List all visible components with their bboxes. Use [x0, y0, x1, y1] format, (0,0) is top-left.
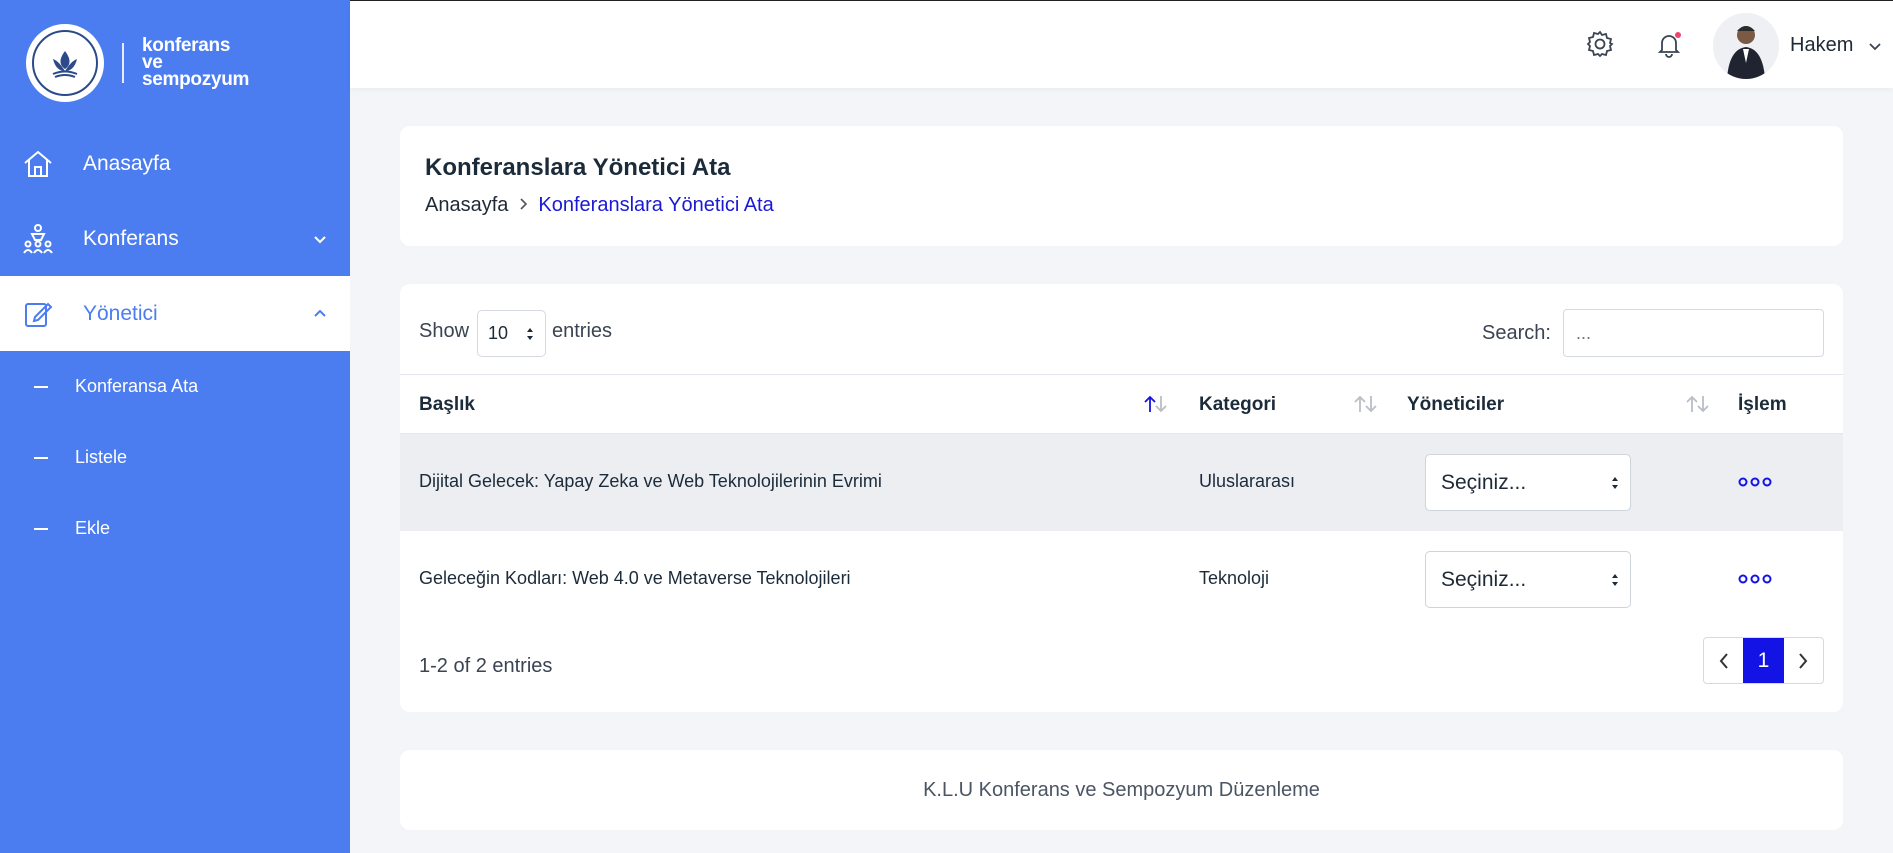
- column-header-yoneticiler[interactable]: Yöneticiler: [1407, 394, 1504, 416]
- select-arrows-icon: [1612, 573, 1618, 586]
- next-page-button[interactable]: [1784, 638, 1823, 683]
- table-row: Dijital Gelecek: Yapay Zeka ve Web Tekno…: [400, 434, 1843, 531]
- chevron-down-icon: [314, 235, 326, 243]
- column-header-kategori[interactable]: Kategori: [1199, 394, 1276, 416]
- chevron-up-icon: [314, 309, 326, 317]
- show-label: Show: [419, 320, 470, 342]
- cell-category: Uluslararası: [1199, 471, 1296, 491]
- conference-icon: [23, 223, 53, 254]
- sidebar-item-label: Anasayfa: [83, 151, 171, 175]
- chevron-right-icon: [518, 195, 528, 216]
- cell-category: Teknoloji: [1199, 568, 1270, 588]
- manager-select-value: Seçiniz...: [1441, 470, 1527, 494]
- sidebar-item-konferans[interactable]: Konferans: [0, 201, 350, 276]
- more-options-icon[interactable]: [1738, 572, 1772, 586]
- manager-select-value: Seçiniz...: [1441, 567, 1527, 591]
- user-name[interactable]: Hakem: [1790, 34, 1853, 57]
- footer: K.L.U Konferans ve Sempozyum Düzenleme: [400, 750, 1843, 830]
- manager-select[interactable]: Seçiniz...: [1425, 551, 1631, 608]
- sidebar-subitem-label: Ekle: [75, 517, 111, 538]
- select-arrows-icon: [1612, 476, 1618, 489]
- breadcrumb-current: Konferanslara Yönetici Ata: [538, 194, 774, 216]
- breadcrumb: Anasayfa Konferanslara Yönetici Ata: [425, 194, 774, 217]
- cell-title: Dijital Gelecek: Yapay Zeka ve Web Tekno…: [419, 471, 882, 491]
- brand-logo[interactable]: konferans ve sempozyum: [0, 0, 350, 125]
- page-title: Konferanslara Yönetici Ata: [425, 154, 731, 181]
- notification-dot: [1675, 32, 1681, 38]
- pagination: 1: [1703, 637, 1824, 684]
- sidebar: konferans ve sempozyum Anasayfa Konferan…: [0, 0, 350, 853]
- data-table-card: Show 10 entries Search: Başlık Kategori …: [400, 284, 1843, 712]
- sidebar-item-label: Konferans: [83, 226, 179, 250]
- sidebar-subitem-listele[interactable]: Listele: [0, 432, 350, 482]
- chevron-down-icon[interactable]: [1868, 39, 1882, 53]
- sidebar-item-yonetici[interactable]: Yönetici: [0, 276, 350, 351]
- sort-icon[interactable]: [1351, 393, 1381, 415]
- sidebar-subitem-label: Konferansa Ata: [75, 375, 199, 396]
- search-label: Search:: [1482, 322, 1551, 344]
- dash-icon: [34, 528, 48, 530]
- breadcrumb-home-link[interactable]: Anasayfa: [425, 194, 508, 217]
- table-row: Geleceğin Kodları: Web 4.0 ve Metaverse …: [400, 531, 1843, 628]
- cell-title: Geleceğin Kodları: Web 4.0 ve Metaverse …: [419, 568, 851, 588]
- sidebar-subitem-label: Listele: [75, 446, 128, 467]
- sort-icon[interactable]: [1683, 393, 1713, 415]
- table-info: 1-2 of 2 entries: [419, 655, 553, 677]
- entries-per-page-select[interactable]: 10: [477, 310, 546, 357]
- chevron-left-icon: [1719, 652, 1728, 669]
- column-header-baslik[interactable]: Başlık: [419, 394, 475, 416]
- sidebar-item-anasayfa[interactable]: Anasayfa: [0, 126, 350, 201]
- select-arrows-icon: [527, 327, 533, 340]
- entries-label: entries: [552, 320, 613, 342]
- avatar[interactable]: [1713, 13, 1779, 79]
- previous-page-button[interactable]: [1704, 638, 1743, 683]
- page-button[interactable]: 1: [1743, 638, 1784, 683]
- logo-divider: [122, 42, 124, 83]
- logo-text: konferans ve sempozyum: [142, 35, 250, 90]
- dash-icon: [34, 386, 48, 388]
- column-header-islem: İşlem: [1738, 394, 1787, 415]
- bell-icon[interactable]: [1654, 29, 1684, 59]
- entries-per-page-value: 10: [488, 323, 509, 343]
- page-header-card: Konferanslara Yönetici Ata Anasayfa Konf…: [400, 126, 1843, 246]
- footer-text: K.L.U Konferans ve Sempozyum Düzenleme: [923, 778, 1320, 801]
- sort-asc-icon[interactable]: [1141, 393, 1171, 415]
- gear-icon[interactable]: [1585, 29, 1615, 59]
- dash-icon: [34, 457, 48, 459]
- home-icon: [24, 150, 52, 177]
- topbar: Hakem: [350, 0, 1893, 88]
- sidebar-item-label: Yönetici: [83, 301, 158, 325]
- table-header: Başlık Kategori Yöneticiler İşlem: [400, 374, 1843, 434]
- sidebar-subitem-ekle[interactable]: Ekle: [0, 503, 350, 553]
- manager-select[interactable]: Seçiniz...: [1425, 454, 1631, 511]
- edit-icon: [25, 302, 53, 327]
- more-options-icon[interactable]: [1738, 475, 1772, 489]
- chevron-right-icon: [1799, 652, 1808, 669]
- search-input[interactable]: [1563, 309, 1824, 357]
- sidebar-subitem-konferansa-ata[interactable]: Konferansa Ata: [0, 361, 350, 411]
- university-seal-icon: [26, 23, 104, 102]
